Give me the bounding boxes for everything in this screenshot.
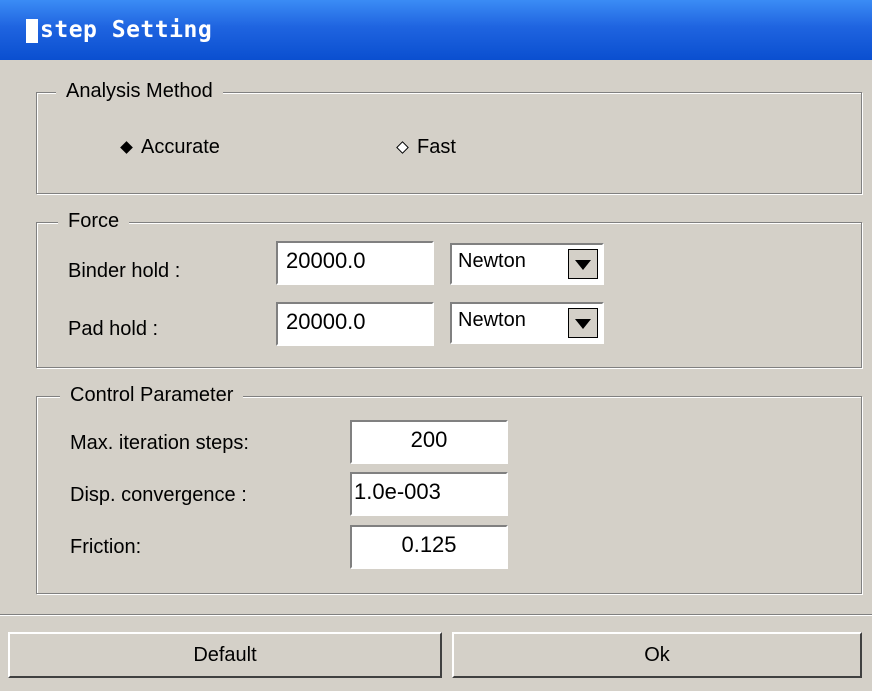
radio-fast-label: Fast (417, 136, 456, 158)
control-parameter-legend: Control Parameter (60, 384, 244, 407)
default-button[interactable]: Default (8, 632, 442, 678)
divider (0, 614, 872, 616)
chevron-down-icon[interactable] (568, 308, 598, 338)
max-iteration-input[interactable]: 200 (350, 420, 508, 464)
step-setting-dialog: step Setting Analysis Method Accurate Fa… (0, 0, 872, 691)
chevron-down-icon[interactable] (568, 249, 598, 279)
pad-hold-unit-value: Newton (458, 309, 526, 331)
disp-convergence-input[interactable]: 1.0e-003 (350, 472, 508, 516)
max-iteration-label: Max. iteration steps: (70, 432, 249, 454)
force-legend: Force (58, 210, 130, 233)
title-icon (26, 18, 38, 43)
radio-accurate[interactable]: Accurate (120, 136, 220, 159)
friction-label: Friction: (70, 536, 142, 558)
radio-unselected-icon (396, 141, 409, 154)
radio-selected-icon (120, 141, 133, 154)
binder-hold-input[interactable]: 20000.0 (276, 241, 434, 285)
pad-hold-unit-select[interactable]: Newton (450, 302, 604, 344)
pad-hold-input[interactable]: 20000.0 (276, 302, 434, 346)
disp-convergence-label: Disp. convergence : (70, 484, 247, 506)
ok-button[interactable]: Ok (452, 632, 862, 678)
friction-input[interactable]: 0.125 (350, 525, 508, 569)
force-group (36, 222, 862, 368)
binder-hold-unit-value: Newton (458, 250, 526, 272)
radio-accurate-label: Accurate (141, 136, 220, 158)
analysis-method-legend: Analysis Method (56, 80, 223, 103)
binder-hold-unit-select[interactable]: Newton (450, 243, 604, 285)
title-bar[interactable]: step Setting (0, 0, 872, 60)
pad-hold-label: Pad hold : (68, 318, 159, 340)
radio-fast[interactable]: Fast (396, 136, 456, 159)
binder-hold-label: Binder hold : (68, 260, 181, 282)
window-title: step Setting (26, 17, 212, 43)
